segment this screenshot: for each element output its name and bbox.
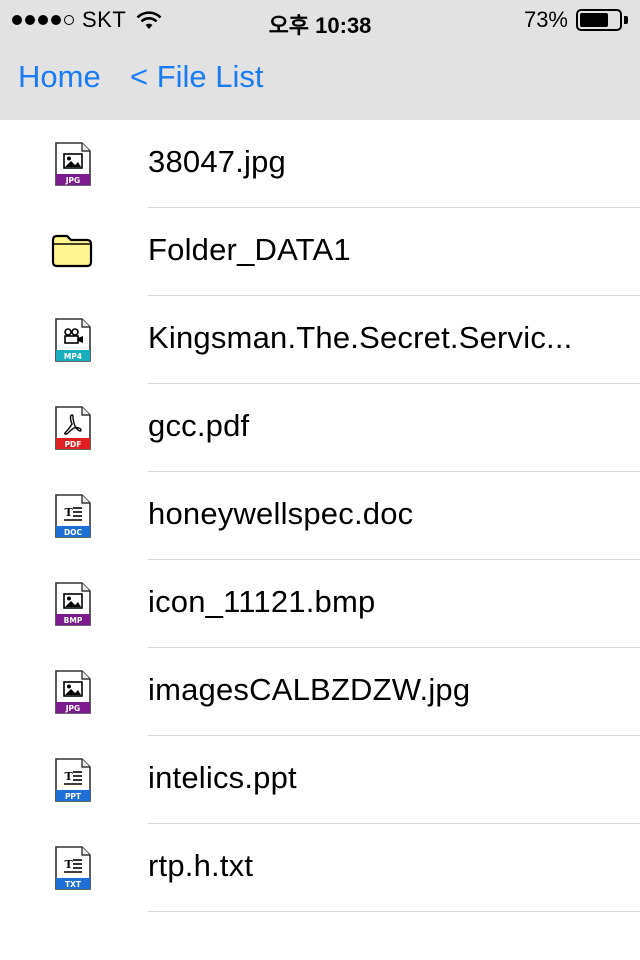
svg-text:T: T [65,858,74,871]
file-name: Folder_DATA1 [148,232,351,267]
svg-text:MP4: MP4 [64,352,82,361]
svg-text:DOC: DOC [64,528,83,537]
svg-text:JPG: JPG [65,704,80,713]
svg-text:T: T [65,506,74,519]
file-row[interactable]: T TXT rtp.h.txt [0,824,640,912]
file-row[interactable]: T PPT intelics.ppt [0,736,640,824]
svg-text:PPT: PPT [65,792,82,801]
battery-percent: 73% [523,7,568,32]
battery-fill [580,13,608,27]
file-row[interactable]: T DOC honeywellspec.doc [0,472,640,560]
file-name: honeywellspec.doc [148,496,414,531]
file-name: 38047.jpg [148,144,286,179]
back-to-file-list-button[interactable]: < File List [130,59,264,95]
svg-text:PDF: PDF [65,440,82,449]
file-name: rtp.h.txt [148,848,254,883]
battery-tip [624,16,628,24]
file-name: intelics.ppt [148,760,297,795]
file-name: imagesCALBZDZW.jpg [148,672,471,707]
status-bar: SKT 오후 10:38 73% [0,0,640,40]
status-right: 73% [523,7,628,32]
video-file-icon: MP4 [54,318,92,362]
document-file-icon: T DOC [54,494,92,538]
row-separator [148,911,640,912]
battery-icon [576,9,622,31]
file-row[interactable]: PDF gcc.pdf [0,384,640,472]
svg-text:T: T [65,770,74,783]
image-file-icon: JPG [54,142,92,186]
file-row[interactable]: JPG 38047.jpg [0,120,640,208]
image-file-icon: BMP [54,582,92,626]
file-row[interactable]: MP4 Kingsman.The.Secret.Servic... [0,296,640,384]
file-row[interactable]: BMP icon_11121.bmp [0,560,640,648]
home-button[interactable]: Home [18,59,101,95]
svg-text:TXT: TXT [65,880,82,889]
file-row[interactable]: Folder_DATA1 [0,208,640,296]
svg-text:JPG: JPG [65,176,80,185]
svg-text:BMP: BMP [64,616,83,625]
image-file-icon: JPG [54,670,92,714]
file-list: JPG 38047.jpg Folder_DATA1 MP4 Kingsman.The.… [0,120,640,912]
file-row[interactable]: JPG imagesCALBZDZW.jpg [0,648,640,736]
navigation-bar: Home < File List [0,40,640,120]
folder-icon [51,228,93,272]
pdf-file-icon: PDF [54,406,92,450]
file-name: icon_11121.bmp [148,584,376,619]
document-file-icon: T TXT [54,846,92,890]
file-name: Kingsman.The.Secret.Servic... [148,320,573,355]
file-name: gcc.pdf [148,408,250,443]
document-file-icon: T PPT [54,758,92,802]
